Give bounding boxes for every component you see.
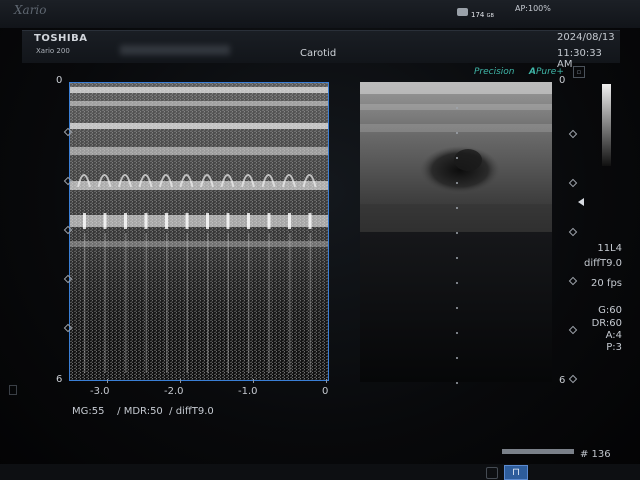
bright-echo: [124, 213, 127, 229]
frame-counter: # 136: [580, 449, 611, 460]
bottom-strip: [0, 464, 640, 480]
vertical-streak: [125, 233, 127, 373]
m-mode-trace: [69, 82, 329, 381]
bright-echo: [288, 213, 291, 229]
center-depth-tick: [456, 357, 458, 359]
bright-echo: [165, 213, 168, 229]
diff-setting: diffT9.0: [583, 258, 622, 269]
redacted-patient-info: [120, 45, 230, 55]
precision-mode-label: Precision: [474, 67, 515, 77]
bright-echo: [267, 213, 271, 229]
top-bar: Xario 174 GB AP:100%: [0, 0, 640, 28]
manufacturer-name: TOSHIBA: [34, 33, 88, 44]
vertical-streak: [309, 233, 311, 373]
gain-value: G:60: [598, 305, 622, 316]
time-axis-label: -3.0: [90, 386, 110, 397]
vertical-streak: [227, 233, 229, 373]
a-value: A:4: [605, 330, 622, 341]
cine-progress-bar[interactable]: [502, 449, 574, 454]
probe-name: 11L4: [597, 243, 622, 254]
left-edge-marker: [9, 385, 17, 395]
b-mode-depth-top: 0: [559, 75, 566, 86]
vertical-streak: [289, 233, 291, 373]
time-tick: [253, 379, 254, 383]
freeze-icon[interactable]: ⊓: [504, 465, 528, 480]
exam-preset: Carotid: [300, 48, 337, 59]
exam-time: 11:30:33 AM: [557, 48, 602, 70]
bright-echo: [226, 213, 230, 229]
cine-progress-fill: [502, 449, 574, 454]
time-axis-label: -1.0: [238, 386, 258, 397]
b-mode-depth-bottom: 6: [559, 375, 566, 386]
vertical-streak: [104, 233, 106, 373]
center-depth-tick: [456, 107, 458, 109]
pause-icon[interactable]: [486, 467, 498, 479]
exam-date: 2024/08/13: [557, 32, 615, 43]
bright-echo: [144, 213, 148, 229]
center-depth-tick: [456, 232, 458, 234]
brand-logo: Xario: [14, 3, 47, 17]
center-depth-tick: [456, 332, 458, 334]
time-tick: [107, 379, 108, 383]
p-value: P:3: [606, 342, 622, 353]
center-depth-tick: [456, 207, 458, 209]
center-depth-tick: [456, 282, 458, 284]
vertical-streak: [207, 233, 209, 373]
bright-echo: [83, 213, 86, 229]
vertical-streak: [268, 233, 270, 373]
disk-icon: [457, 8, 468, 16]
bright-echo: [103, 213, 107, 229]
dynamic-range-value: DR:60: [591, 318, 622, 329]
center-depth-tick: [456, 157, 458, 159]
center-depth-tick: [456, 382, 458, 384]
time-axis-label: 0: [322, 386, 329, 397]
menu-toggle-button[interactable]: ▫: [573, 66, 585, 78]
disk-size: 174 GB: [471, 11, 494, 19]
ap-status: AP:100%: [515, 4, 551, 13]
vertical-streak: [186, 233, 188, 373]
time-tick: [180, 379, 181, 383]
bright-echo: [308, 213, 312, 229]
center-depth-tick: [456, 182, 458, 184]
focus-arrow-icon[interactable]: [578, 198, 584, 206]
vertical-streak: [145, 233, 147, 373]
center-depth-tick: [456, 257, 458, 259]
model-name: Xario 200: [36, 47, 70, 55]
disk-status: 174 GB: [455, 4, 497, 22]
grayscale-bar: [602, 84, 611, 166]
m-mode-depth-bottom: 6: [56, 374, 63, 385]
bright-echo: [206, 213, 209, 229]
patient-header: TOSHIBA Xario 200 Carotid 2024/08/13 11:…: [22, 30, 620, 70]
m-mode-parameters: MG:55 / MDR:50 / diffT9.0: [72, 406, 214, 417]
bright-echo: [185, 213, 189, 229]
m-mode-depth-top: 0: [56, 75, 63, 86]
time-tick: [326, 379, 327, 383]
vertical-streak: [166, 233, 168, 373]
center-depth-tick: [456, 132, 458, 134]
time-axis-label: -2.0: [164, 386, 184, 397]
bright-echo: [247, 213, 250, 229]
vertical-streak: [248, 233, 250, 373]
vertical-streak: [84, 233, 86, 373]
frame-rate: 20 fps: [591, 278, 622, 289]
center-depth-tick: [456, 307, 458, 309]
